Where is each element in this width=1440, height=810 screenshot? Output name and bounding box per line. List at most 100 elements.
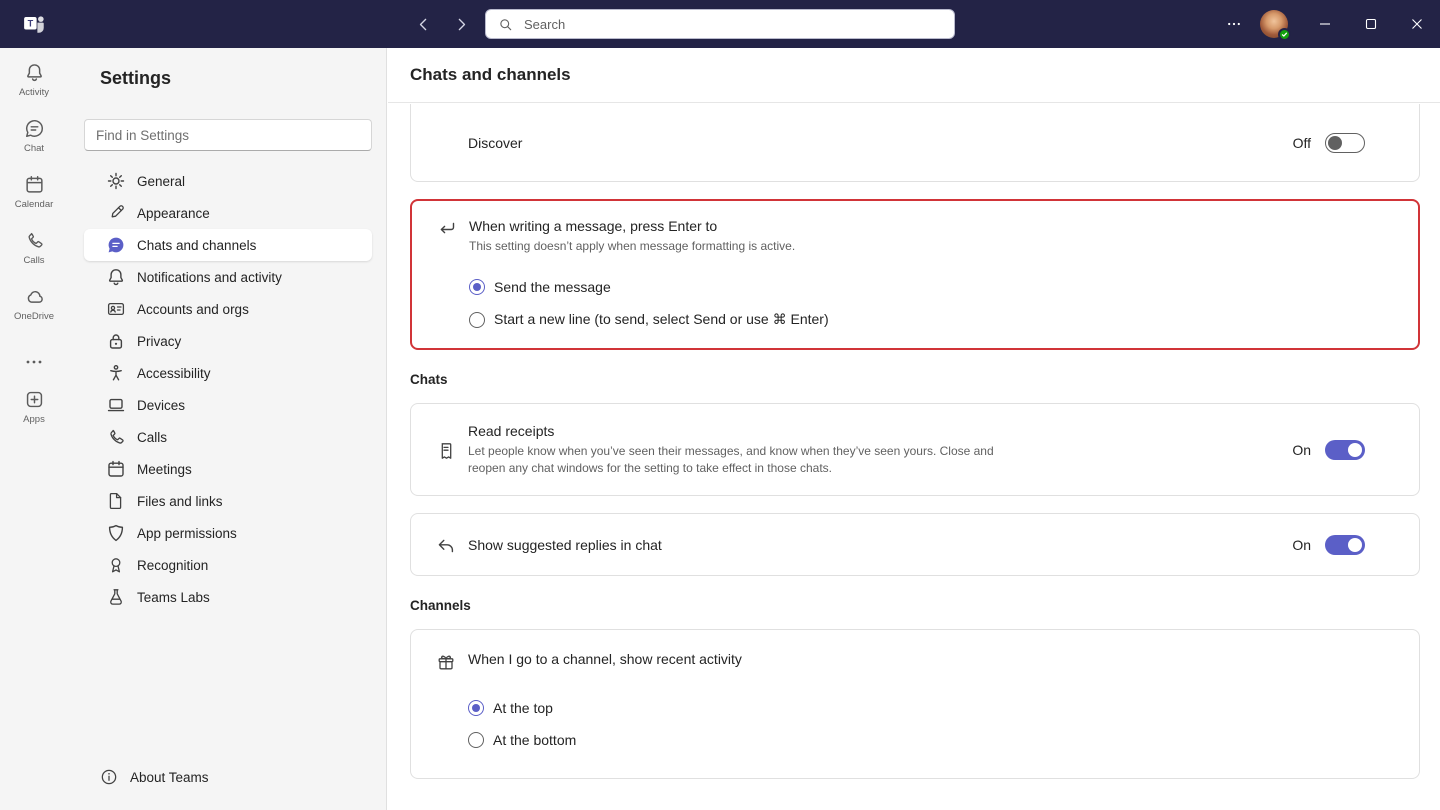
discover-toggle[interactable] (1325, 133, 1365, 153)
sidebar-item-label: Calls (137, 430, 167, 445)
document-icon (106, 491, 126, 511)
ribbon-icon (106, 555, 126, 575)
radio-selected-icon (469, 279, 485, 295)
read-receipts-toggle[interactable] (1325, 440, 1365, 460)
rail-item-label: Activity (19, 87, 49, 98)
sidebar-item-teams-labs[interactable]: Teams Labs (84, 581, 372, 613)
search-icon (498, 17, 513, 32)
settings-search-input[interactable] (84, 119, 372, 151)
settings-search (84, 119, 372, 151)
more-dots-icon (1226, 16, 1242, 32)
reply-arrow-icon (436, 536, 456, 556)
sidebar-item-privacy[interactable]: Privacy (84, 325, 372, 357)
channel-activity-card: When I go to a channel, show recent acti… (410, 629, 1420, 779)
forward-button[interactable] (448, 11, 474, 37)
sidebar-item-general[interactable]: General (84, 165, 372, 197)
back-button[interactable] (410, 11, 436, 37)
rail-item-calls[interactable]: Calls (0, 230, 68, 266)
read-receipts-state-label: On (1292, 442, 1311, 458)
id-card-icon (106, 299, 126, 319)
radio-unselected-icon (469, 312, 485, 328)
discover-card: Discover Off (410, 104, 1420, 182)
radio-unselected-icon (468, 732, 484, 748)
sidebar-item-accessibility[interactable]: Accessibility (84, 357, 372, 389)
radio-selected-icon (468, 700, 484, 716)
sidebar-item-app-permissions[interactable]: App permissions (84, 517, 372, 549)
enter-setting-subtitle: This setting doesn’t apply when message … (469, 238, 1364, 255)
bell-icon (106, 267, 126, 287)
more-dots-icon (24, 352, 45, 373)
radio-at-the-top[interactable]: At the top (468, 700, 1365, 716)
toggle-knob (1348, 443, 1362, 457)
close-button[interactable] (1394, 0, 1440, 48)
sidebar-item-meetings[interactable]: Meetings (84, 453, 372, 485)
settings-main: Chats and channels Discover Off When wri… (388, 48, 1440, 810)
sidebar-item-devices[interactable]: Devices (84, 389, 372, 421)
read-receipts-description: Let people know when you’ve seen their m… (468, 443, 1033, 477)
sidebar-item-appearance[interactable]: Appearance (84, 197, 372, 229)
gear-icon (106, 171, 126, 191)
suggested-replies-toggle[interactable] (1325, 535, 1365, 555)
sidebar-item-files-and-links[interactable]: Files and links (84, 485, 372, 517)
more-options-button[interactable] (1214, 0, 1254, 48)
settings-title: Settings (100, 68, 386, 89)
channels-section-heading: Channels (410, 598, 1420, 613)
beaker-icon (106, 587, 126, 607)
accessibility-icon (106, 363, 126, 383)
teams-logo-icon: T (22, 12, 47, 37)
enter-setting-title: When writing a message, press Enter to (469, 217, 1364, 235)
rail-item-onedrive[interactable]: OneDrive (0, 286, 68, 322)
maximize-button[interactable] (1348, 0, 1394, 48)
info-icon (100, 768, 118, 786)
radio-start-new-line[interactable]: Start a new line (to send, select Send o… (469, 311, 1364, 328)
enter-key-icon (437, 219, 457, 239)
calendar-icon (24, 174, 45, 195)
avatar[interactable] (1260, 10, 1288, 38)
radio-label: At the top (493, 700, 553, 716)
radio-label: Send the message (494, 279, 611, 295)
rail-more-button[interactable] (0, 352, 68, 373)
rail-item-label: Apps (23, 414, 45, 425)
calendar-icon (106, 459, 126, 479)
rail-item-activity[interactable]: Activity (0, 62, 68, 98)
rail-item-label: Chat (24, 143, 44, 154)
suggested-replies-state-label: On (1292, 537, 1311, 553)
minimize-button[interactable] (1302, 0, 1348, 48)
rail-item-apps[interactable]: Apps (0, 389, 68, 425)
page-title: Chats and channels (410, 65, 571, 85)
toggle-knob (1328, 136, 1342, 150)
radio-at-the-bottom[interactable]: At the bottom (468, 732, 1365, 748)
sidebar-item-chats-and-channels[interactable]: Chats and channels (84, 229, 372, 261)
chat-filled-icon (106, 235, 126, 255)
presence-available-icon (1278, 28, 1291, 41)
activity-bell-icon (24, 62, 45, 83)
about-teams[interactable]: About Teams (100, 768, 209, 786)
rail-item-chat[interactable]: Chat (0, 118, 68, 154)
sidebar-item-label: Privacy (137, 334, 181, 349)
toggle-knob (1348, 538, 1362, 552)
sidebar-item-label: Accessibility (137, 366, 211, 381)
minimize-icon (1319, 18, 1331, 30)
suggested-replies-title: Show suggested replies in chat (468, 536, 1292, 554)
close-icon (1411, 18, 1423, 30)
sidebar-item-calls[interactable]: Calls (84, 421, 372, 453)
rail-item-calendar[interactable]: Calendar (0, 174, 68, 210)
sidebar-item-label: Files and links (137, 494, 223, 509)
sidebar-item-label: Teams Labs (137, 590, 210, 605)
global-search[interactable] (485, 9, 955, 39)
phone-icon (24, 230, 45, 251)
sidebar-item-label: Meetings (137, 462, 192, 477)
laptop-icon (106, 395, 126, 415)
nav-history (410, 11, 474, 37)
radio-send-the-message[interactable]: Send the message (469, 279, 1364, 295)
lock-icon (106, 331, 126, 351)
sidebar-item-recognition[interactable]: Recognition (84, 549, 372, 581)
sidebar-item-label: Devices (137, 398, 185, 413)
suggested-replies-card: Show suggested replies in chat On (410, 513, 1420, 576)
titlebar: T (0, 0, 1440, 48)
search-input[interactable] (522, 16, 942, 33)
sidebar-item-notifications[interactable]: Notifications and activity (84, 261, 372, 293)
read-receipts-title: Read receipts (468, 422, 1292, 440)
svg-text:T: T (28, 18, 34, 28)
sidebar-item-accounts[interactable]: Accounts and orgs (84, 293, 372, 325)
